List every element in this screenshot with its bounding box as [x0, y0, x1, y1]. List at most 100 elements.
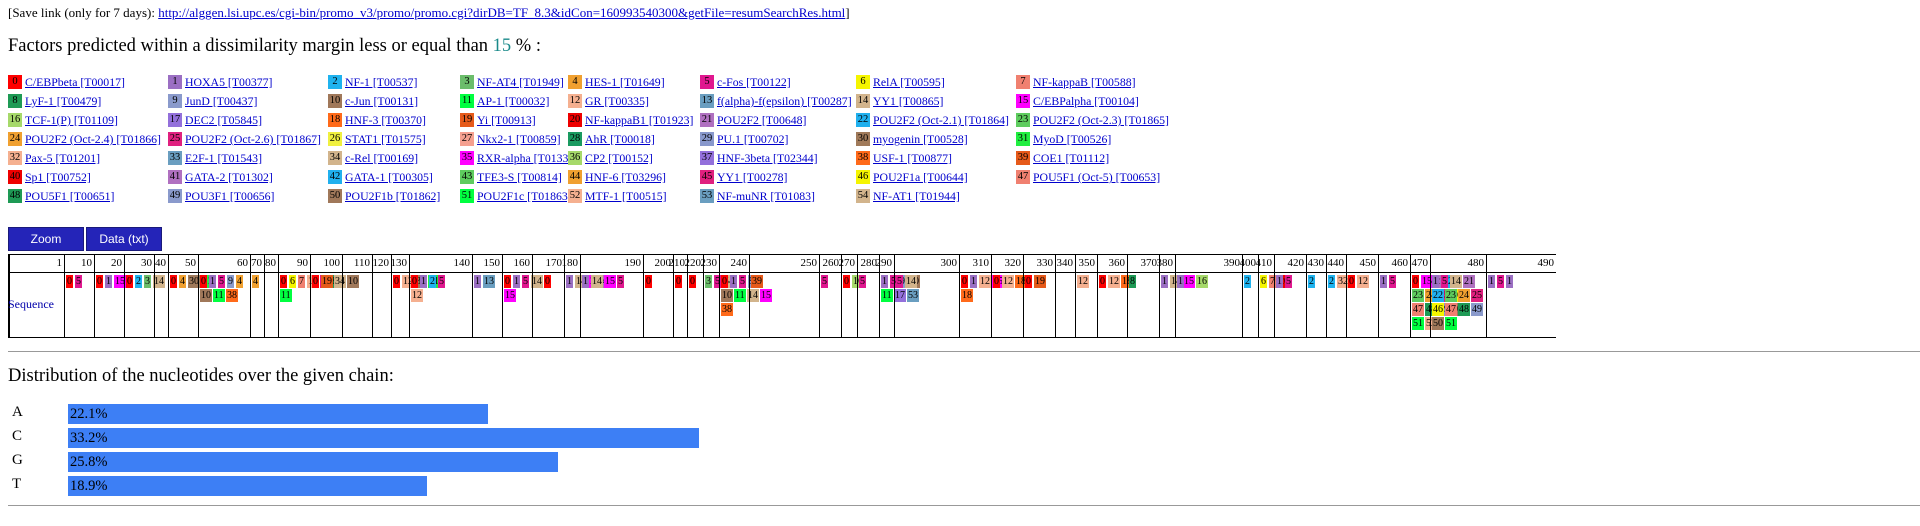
factor-hit[interactable]: 5 [739, 275, 746, 288]
factor-hit[interactable]: 12 [1357, 275, 1369, 288]
factor-hit[interactable]: 5 [1497, 275, 1504, 288]
legend-factor-link[interactable]: Nkx2-1 [T00859] [477, 132, 561, 146]
factor-hit[interactable]: 19 [1034, 275, 1046, 288]
factor-hit[interactable]: 14 [905, 275, 917, 288]
factor-hit[interactable]: 4 [179, 275, 186, 288]
legend-factor-link[interactable]: JunD [T00437] [185, 94, 257, 108]
legend-factor-link[interactable]: NF-kappaB1 [T01923] [585, 113, 693, 127]
factor-hit[interactable]: 5 [896, 275, 903, 288]
factor-hit[interactable]: 0 [675, 275, 682, 288]
factor-hit[interactable]: 0 [1099, 275, 1106, 288]
factor-hit[interactable]: 21 [1463, 275, 1475, 288]
legend-factor-link[interactable]: AP-1 [T00032] [477, 94, 549, 108]
legend-factor-link[interactable]: GR [T00335] [585, 94, 649, 108]
legend-factor-link[interactable]: NF-AT1 [T01944] [873, 189, 960, 203]
factor-hit[interactable]: 0 [1025, 275, 1032, 288]
factor-hit[interactable]: 0 [721, 275, 728, 288]
legend-factor-link[interactable]: Sp1 [T00752] [25, 170, 91, 184]
factor-hit[interactable]: 5 [522, 275, 529, 288]
legend-factor-link[interactable]: RXR-alpha [T01331] [477, 151, 578, 165]
legend-factor-link[interactable]: NF-kappaB [T00588] [1033, 75, 1136, 89]
factor-hit[interactable]: 11 [280, 289, 292, 302]
legend-factor-link[interactable]: LyF-1 [T00479] [25, 94, 101, 108]
legend-factor-link[interactable]: AhR [T00018] [585, 132, 655, 146]
factor-hit[interactable]: 5 [859, 275, 866, 288]
factor-hit[interactable]: 24 [1458, 289, 1470, 302]
legend-factor-link[interactable]: C/EBPalpha [T00104] [1033, 94, 1139, 108]
legend-factor-link[interactable]: DEC2 [T05845] [185, 113, 262, 127]
factor-hit[interactable]: 15 [504, 289, 516, 302]
factor-hit[interactable]: 1 [566, 275, 573, 288]
legend-factor-link[interactable]: NF-1 [T00537] [345, 75, 417, 89]
legend-factor-link[interactable]: POU2F2 (Oct-2.3) [T01865] [1033, 113, 1169, 127]
legend-factor-link[interactable]: PU.1 [T00702] [717, 132, 788, 146]
legend-factor-link[interactable]: POU2F1c [T01863] [477, 189, 572, 203]
factor-hit[interactable]: 25 [1471, 289, 1483, 302]
factor-hit[interactable]: 38 [721, 303, 733, 316]
legend-factor-link[interactable]: c-Fos [T00122] [717, 75, 791, 89]
factor-hit[interactable]: 12 [1108, 275, 1120, 288]
factor-hit[interactable]: 0 [689, 275, 696, 288]
factor-hit[interactable]: 1 [1161, 275, 1168, 288]
factor-hit[interactable]: 47 [1412, 303, 1424, 316]
factor-hit[interactable]: 9 [227, 275, 234, 288]
factor-hit[interactable]: 0 [393, 275, 400, 288]
factor-hit[interactable]: 0 [170, 275, 177, 288]
factor-hit[interactable]: 1 [1488, 275, 1495, 288]
factor-hit[interactable]: 10 [721, 289, 733, 302]
factor-hit[interactable]: 2 [1244, 275, 1251, 288]
factor-hit[interactable]: 18 [961, 289, 973, 302]
factor-hit[interactable]: 1 [970, 275, 977, 288]
factor-hit[interactable]: 5 [617, 275, 624, 288]
legend-factor-link[interactable]: POU2F1b [T01862] [345, 189, 440, 203]
factor-hit[interactable]: 15 [604, 275, 616, 288]
factor-hit[interactable]: 6 [1260, 275, 1267, 288]
legend-factor-link[interactable]: c-Rel [T00169] [345, 151, 418, 165]
factor-hit[interactable]: 11 [881, 289, 893, 302]
legend-factor-link[interactable]: POU3F1 [T00656] [185, 189, 274, 203]
factor-hit[interactable]: 5 [821, 275, 828, 288]
factor-hit[interactable]: 0 [993, 275, 1000, 288]
factor-hit[interactable]: 1 [1276, 275, 1283, 288]
factor-hit[interactable]: 1 [513, 275, 520, 288]
legend-factor-link[interactable]: GATA-1 [T00305] [345, 170, 433, 184]
factor-hit[interactable]: 0 [126, 275, 133, 288]
legend-factor-link[interactable]: Pax-5 [T01201] [25, 151, 100, 165]
factor-hit[interactable]: 51 [1412, 317, 1424, 330]
factor-hit[interactable]: 1 [1380, 275, 1387, 288]
legend-factor-link[interactable]: POU5F1 (Oct-5) [T00653] [1033, 170, 1160, 184]
legend-factor-link[interactable]: POU2F2 (Oct-2.4) [T01866] [25, 132, 161, 146]
legend-factor-link[interactable]: HNF-6 [T03296] [585, 170, 666, 184]
factor-hit[interactable]: 12 [411, 289, 423, 302]
factor-hit[interactable]: 3 [144, 275, 151, 288]
factor-hit[interactable]: 1 [420, 275, 427, 288]
legend-factor-link[interactable]: MyoD [T00526] [1033, 132, 1111, 146]
factor-hit[interactable]: 48 [1458, 303, 1470, 316]
legend-factor-link[interactable]: NF-muNR [T01083] [717, 189, 815, 203]
factor-hit[interactable]: 0 [96, 275, 103, 288]
legend-factor-link[interactable]: POU2F2 (Oct-2.1) [T01864] [873, 113, 1009, 127]
factor-hit[interactable]: 5 [75, 275, 82, 288]
factor-hit[interactable]: 5 [1389, 275, 1396, 288]
factor-hit[interactable]: 13 [483, 275, 495, 288]
factor-hit[interactable]: 1 [1432, 275, 1439, 288]
legend-factor-link[interactable]: HNF-3beta [T02344] [717, 151, 818, 165]
factor-hit[interactable]: 1 [209, 275, 216, 288]
factor-hit[interactable]: 5 [218, 275, 225, 288]
factor-hit[interactable]: 0 [645, 275, 652, 288]
legend-factor-link[interactable]: STAT1 [T01575] [345, 132, 426, 146]
factor-hit[interactable]: 0 [411, 275, 418, 288]
factor-hit[interactable]: 0 [1348, 275, 1355, 288]
legend-factor-link[interactable]: USF-1 [T00877] [873, 151, 952, 165]
legend-factor-link[interactable]: Yi [T00913] [477, 113, 536, 127]
factor-hit[interactable]: 0 [1412, 275, 1419, 288]
factor-hit[interactable]: 23 [1412, 289, 1424, 302]
legend-factor-link[interactable]: myogenin [T00528] [873, 132, 968, 146]
factor-hit[interactable]: 49 [1471, 303, 1483, 316]
legend-factor-link[interactable]: C/EBPbeta [T00017] [25, 75, 125, 89]
legend-factor-link[interactable]: c-Jun [T00131] [345, 94, 418, 108]
factor-hit[interactable]: 1 [1177, 275, 1184, 288]
factor-hit[interactable]: 1 [730, 275, 737, 288]
factor-hit[interactable]: 3 [705, 275, 712, 288]
legend-factor-link[interactable]: MTF-1 [T00515] [585, 189, 667, 203]
